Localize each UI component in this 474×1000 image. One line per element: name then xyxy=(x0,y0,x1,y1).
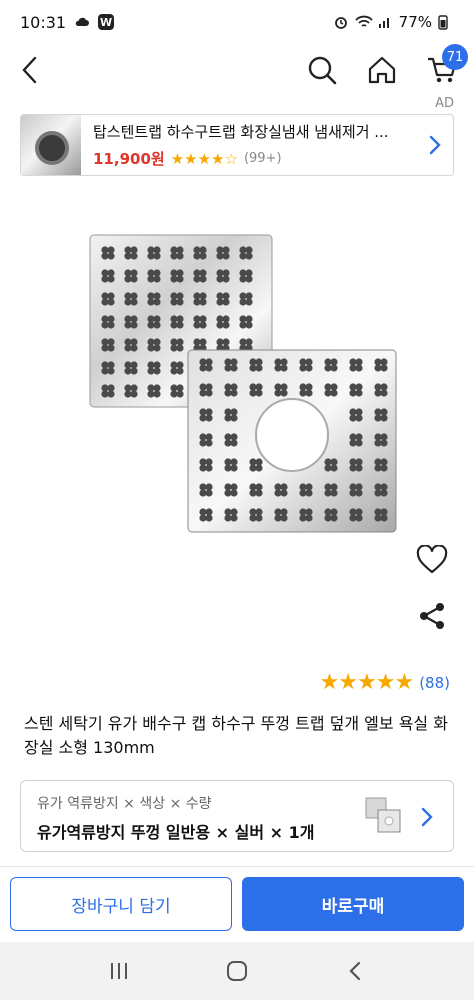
back-button[interactable] xyxy=(10,50,50,90)
search-button[interactable] xyxy=(302,50,342,90)
share-button[interactable] xyxy=(412,596,452,636)
home-icon xyxy=(368,56,396,84)
rating-stars: ★★★★★ xyxy=(319,670,415,695)
review-count[interactable]: (88) xyxy=(419,674,450,692)
recent-apps-icon xyxy=(111,963,127,979)
recent-apps-button[interactable] xyxy=(99,951,139,991)
ad-review-count: (99+) xyxy=(243,151,282,166)
option-thumbnail xyxy=(365,797,401,833)
system-home-button[interactable] xyxy=(217,951,257,991)
chevron-right-icon xyxy=(417,115,453,175)
ad-price: 11,900원 xyxy=(93,150,165,168)
ad-rating-stars: ★★★★☆ xyxy=(170,149,238,168)
wifi-icon xyxy=(355,14,373,30)
cart-button[interactable]: 71 xyxy=(422,44,468,90)
product-rating[interactable]: ★★★★★ (88) xyxy=(320,670,450,695)
bottom-action-bar: 장바구니 담기 바로구매 xyxy=(0,866,474,942)
system-navigation-bar xyxy=(0,942,474,1000)
share-icon xyxy=(420,603,444,629)
ad-banner[interactable]: 탑스텐트랩 하수구트랩 화장실냄새 냄새제거 ... 11,900원 ★★★★☆… xyxy=(20,114,454,176)
battery-icon xyxy=(438,14,454,30)
product-title: 스텐 세탁기 유가 배수구 캡 하수구 뚜껑 트랩 덮개 엘보 욕실 화장실 소… xyxy=(24,714,448,757)
chevron-right-icon xyxy=(415,803,439,831)
ad-thumbnail xyxy=(21,115,81,175)
like-button[interactable] xyxy=(412,540,452,580)
buy-now-button[interactable]: 바로구매 xyxy=(242,877,464,931)
alarm-icon xyxy=(333,14,349,30)
back-icon xyxy=(22,56,37,84)
system-back-icon xyxy=(349,961,361,981)
cloud-icon xyxy=(74,14,90,30)
add-to-cart-button[interactable]: 장바구니 담기 xyxy=(10,877,232,931)
home-button[interactable] xyxy=(362,50,402,90)
ad-label: AD xyxy=(435,96,454,111)
product-image[interactable] xyxy=(80,225,400,545)
battery-level: 77% xyxy=(398,13,432,31)
option-selector[interactable]: 유가 역류방지 × 색상 × 수량 유가역류방지 뚜껑 일반용 × 실버 × 1… xyxy=(20,780,454,852)
app-notification-icon: W xyxy=(98,14,115,30)
system-home-icon xyxy=(227,961,247,981)
cart-count-badge: 71 xyxy=(442,44,468,70)
signal-icon xyxy=(377,14,393,30)
ad-title: 탑스텐트랩 하수구트랩 화장실냄새 냄새제거 ... xyxy=(93,123,389,141)
status-time: 10:31 xyxy=(20,12,67,32)
system-back-button[interactable] xyxy=(335,951,375,991)
top-navigation: 71 xyxy=(0,44,474,92)
status-bar: 10:31 W 77% xyxy=(0,0,474,44)
search-icon xyxy=(308,56,337,85)
heart-icon xyxy=(416,545,448,574)
